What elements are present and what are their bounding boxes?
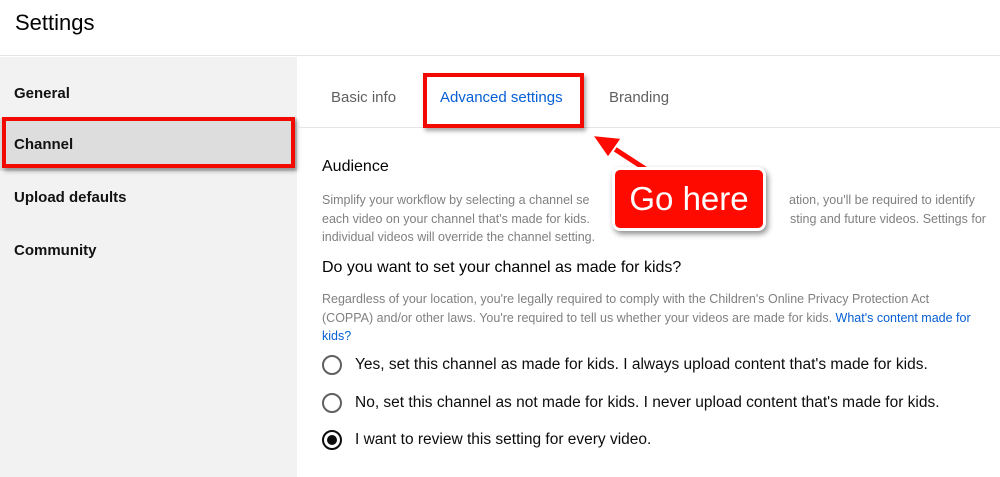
description-line: ation, you'll be required to identify xyxy=(789,193,975,207)
audience-title: Audience xyxy=(322,158,389,175)
option-review-every-video[interactable]: I want to review this setting for every … xyxy=(322,428,651,452)
radio-button-selected[interactable] xyxy=(322,430,342,450)
made-for-kids-question: Do you want to set your channel as made … xyxy=(322,259,682,276)
header: Settings xyxy=(0,0,1000,56)
radio-button[interactable] xyxy=(322,355,342,375)
description-line: Simplify your workflow by selecting a ch… xyxy=(322,193,590,207)
radio-label: Yes, set this channel as made for kids. … xyxy=(355,356,928,373)
sidebar-item-general[interactable]: General xyxy=(0,67,297,120)
tab-bar: Basic info Advanced settings Branding xyxy=(297,57,1000,128)
sidebar-item-channel[interactable]: Channel xyxy=(0,118,297,171)
radio-label: I want to review this setting for every … xyxy=(355,431,652,448)
description-line: each video on your channel that's made f… xyxy=(322,211,590,226)
go-here-callout: Go here xyxy=(612,167,766,231)
sidebar-item-label: General xyxy=(14,85,70,102)
sidebar-item-label: Channel xyxy=(14,136,74,153)
description-line: sting and future videos. Settings for xyxy=(790,211,986,226)
tab-branding[interactable]: Branding xyxy=(609,89,669,106)
coppa-legal-text: Regardless of your location, you're lega… xyxy=(322,290,977,346)
sidebar-item-community[interactable]: Community xyxy=(0,224,297,277)
page-title: Settings xyxy=(15,10,95,35)
tab-advanced-settings[interactable]: Advanced settings xyxy=(440,89,563,106)
sidebar-item-upload-defaults[interactable]: Upload defaults xyxy=(0,171,297,224)
sidebar-item-label: Upload defaults xyxy=(14,189,127,206)
radio-button[interactable] xyxy=(322,393,342,413)
sidebar: General Channel Upload defaults Communit… xyxy=(0,57,297,477)
description-line: individual videos will override the chan… xyxy=(322,230,596,244)
option-made-for-kids[interactable]: Yes, set this channel as made for kids. … xyxy=(322,353,928,377)
radio-label: No, set this channel as not made for kid… xyxy=(355,394,940,411)
tab-basic-info[interactable]: Basic info xyxy=(331,89,396,106)
option-not-made-for-kids[interactable]: No, set this channel as not made for kid… xyxy=(322,391,940,415)
sidebar-item-label: Community xyxy=(14,242,97,259)
